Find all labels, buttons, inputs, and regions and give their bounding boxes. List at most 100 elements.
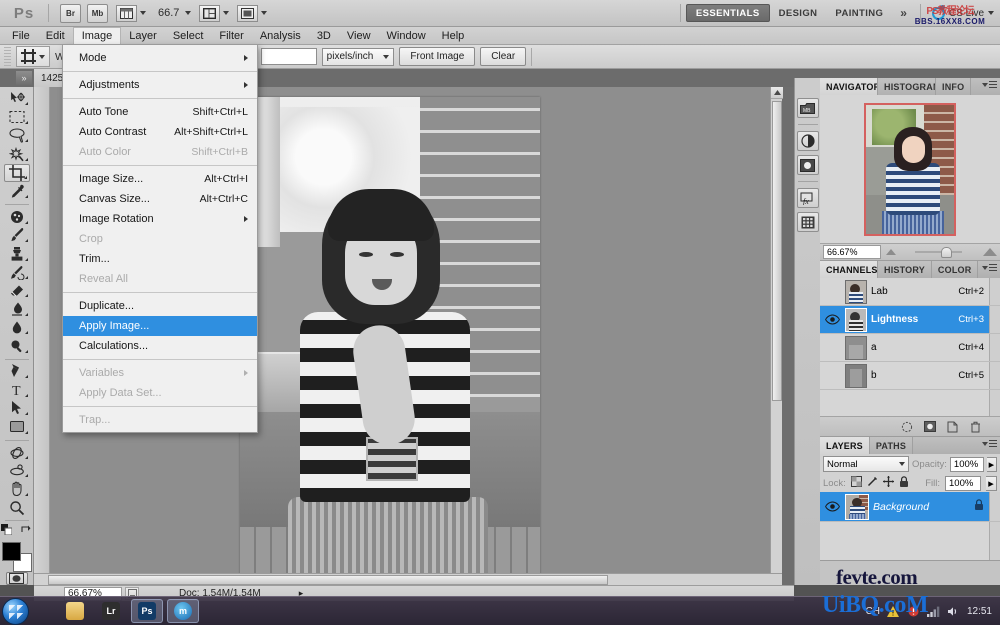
channels-scrollbar[interactable] bbox=[989, 334, 1000, 361]
swatches-icon[interactable] bbox=[797, 212, 819, 232]
menu-window[interactable]: Window bbox=[379, 27, 434, 44]
blend-mode-select[interactable]: Normal bbox=[823, 456, 909, 472]
menu-item-mode[interactable]: Mode bbox=[63, 48, 257, 68]
masks-icon[interactable] bbox=[797, 155, 819, 175]
zoom-out-icon[interactable] bbox=[886, 249, 896, 255]
tab-info[interactable]: INFO bbox=[936, 78, 971, 95]
pen-tool[interactable] bbox=[4, 363, 30, 380]
crop-tool[interactable] bbox=[4, 164, 30, 182]
lock-image-pixels-icon[interactable] bbox=[867, 476, 878, 490]
taskbar-item-photoshop[interactable]: Ps bbox=[131, 599, 163, 623]
menu-view[interactable]: View bbox=[339, 27, 379, 44]
channels-panel-menu-icon[interactable] bbox=[982, 264, 997, 271]
tab-layers[interactable]: LAYERS bbox=[820, 437, 870, 454]
channels-scrollbar[interactable] bbox=[989, 278, 1000, 305]
tray-volume-icon[interactable] bbox=[947, 605, 960, 618]
menu-file[interactable]: File bbox=[4, 27, 38, 44]
channel-row-a[interactable]: a Ctrl+4 bbox=[820, 334, 1000, 362]
channel-row-lightness[interactable]: Lightness Ctrl+3 bbox=[820, 306, 1000, 334]
menu-item-canvas-size[interactable]: Canvas Size... Alt+Ctrl+C bbox=[63, 189, 257, 209]
channel-visibility-icon[interactable] bbox=[823, 367, 841, 385]
layers-panel-menu-icon[interactable] bbox=[982, 440, 997, 447]
scroll-up-icon[interactable] bbox=[771, 87, 783, 99]
channel-row-lab[interactable]: Lab Ctrl+2 bbox=[820, 278, 1000, 306]
channels-scrollbar[interactable] bbox=[989, 390, 1000, 416]
arrange-documents-dropdown[interactable] bbox=[199, 5, 229, 22]
workspace-tab-design[interactable]: DESIGN bbox=[770, 4, 827, 22]
clear-button[interactable]: Clear bbox=[480, 47, 526, 66]
opacity-value[interactable]: 100% bbox=[950, 457, 984, 472]
adjustments-icon[interactable] bbox=[797, 131, 819, 151]
lock-transparent-pixels-icon[interactable] bbox=[851, 476, 862, 490]
dodge-tool[interactable] bbox=[4, 337, 30, 354]
menu-edit[interactable]: Edit bbox=[38, 27, 73, 44]
layers-scrollbar[interactable] bbox=[989, 492, 1000, 521]
canvas-vertical-scrollbar[interactable] bbox=[770, 87, 782, 573]
menu-item-trim[interactable]: Trim... bbox=[63, 249, 257, 269]
history-brush-tool[interactable] bbox=[4, 264, 30, 281]
create-new-channel-icon[interactable] bbox=[946, 420, 959, 433]
document-image[interactable] bbox=[240, 97, 540, 575]
eraser-tool[interactable] bbox=[4, 282, 30, 299]
tab-navigator[interactable]: NAVIGATOR bbox=[820, 78, 878, 95]
styles-icon[interactable]: fx bbox=[797, 188, 819, 208]
lock-position-icon[interactable] bbox=[883, 476, 894, 490]
launch-mini-bridge-button[interactable]: Mb bbox=[87, 4, 108, 23]
navigator-preview[interactable] bbox=[820, 95, 1000, 243]
gradient-tool[interactable] bbox=[4, 300, 30, 317]
color-swatches[interactable] bbox=[2, 542, 32, 566]
fill-value[interactable]: 100% bbox=[945, 476, 981, 491]
scroll-thumb[interactable] bbox=[772, 101, 782, 401]
menu-filter[interactable]: Filter bbox=[211, 27, 251, 44]
resolution-input[interactable] bbox=[261, 48, 317, 65]
spot-healing-brush-tool[interactable] bbox=[4, 208, 30, 225]
taskbar-item-maxthon[interactable]: m bbox=[167, 599, 199, 623]
3d-camera-rotate-tool[interactable] bbox=[4, 462, 30, 479]
channels-scrollbar[interactable] bbox=[989, 306, 1000, 333]
channel-visibility-icon[interactable] bbox=[823, 283, 841, 301]
menu-item-duplicate[interactable]: Duplicate... bbox=[63, 296, 257, 316]
channel-row-b[interactable]: b Ctrl+5 bbox=[820, 362, 1000, 390]
layers-scrollbar[interactable] bbox=[989, 522, 1000, 560]
launch-bridge-button[interactable]: Br bbox=[60, 4, 81, 23]
menu-item-image-rotation[interactable]: Image Rotation bbox=[63, 209, 257, 229]
navigator-zoom-field[interactable]: 66.67% bbox=[823, 245, 881, 259]
layer-row-background[interactable]: Background bbox=[820, 492, 1000, 522]
move-tool[interactable] bbox=[4, 90, 30, 107]
navigator-zoom-slider[interactable] bbox=[901, 245, 978, 259]
quick-mask-toggle[interactable] bbox=[6, 572, 28, 585]
eyedropper-tool[interactable] bbox=[4, 183, 30, 200]
slider-knob[interactable] bbox=[941, 247, 952, 258]
menu-item-apply-image[interactable]: Apply Image... bbox=[63, 316, 257, 336]
channel-visibility-icon[interactable] bbox=[823, 311, 841, 329]
tool-preset-picker[interactable] bbox=[16, 46, 50, 67]
horizontal-type-tool[interactable]: T bbox=[4, 381, 30, 398]
zoom-tool[interactable] bbox=[4, 499, 30, 516]
menu-select[interactable]: Select bbox=[165, 27, 212, 44]
save-selection-as-channel-icon[interactable] bbox=[923, 420, 936, 433]
tab-paths[interactable]: PATHS bbox=[870, 437, 913, 454]
mini-bridge-icon[interactable]: MB bbox=[797, 98, 819, 118]
menu-item-adjustments[interactable]: Adjustments bbox=[63, 75, 257, 95]
tab-color[interactable]: COLOR bbox=[932, 261, 979, 278]
quick-selection-tool[interactable] bbox=[4, 145, 30, 162]
tray-network-icon[interactable] bbox=[927, 605, 940, 618]
channels-scrollbar[interactable] bbox=[989, 362, 1000, 389]
workspace-tab-essentials[interactable]: ESSENTIALS bbox=[686, 4, 770, 22]
view-extras-dropdown[interactable] bbox=[116, 5, 146, 22]
workspace-tab-painting[interactable]: PAINTING bbox=[826, 4, 892, 22]
clone-stamp-tool[interactable] bbox=[4, 245, 30, 262]
taskbar-item-lightroom[interactable]: Lr bbox=[95, 599, 127, 623]
zoom-in-icon[interactable] bbox=[983, 248, 997, 256]
menu-item-auto-tone[interactable]: Auto Tone Shift+Ctrl+L bbox=[63, 102, 257, 122]
opacity-stepper-icon[interactable]: ▸ bbox=[987, 457, 997, 472]
rectangle-tool[interactable] bbox=[4, 418, 30, 435]
tab-histogram[interactable]: HISTOGRAM bbox=[878, 78, 936, 95]
layer-visibility-icon[interactable] bbox=[823, 498, 841, 516]
3d-object-rotate-tool[interactable] bbox=[4, 443, 30, 460]
options-bar-grip[interactable] bbox=[4, 47, 11, 67]
scroll-thumb[interactable] bbox=[48, 575, 608, 585]
menu-item-image-size[interactable]: Image Size... Alt+Ctrl+I bbox=[63, 169, 257, 189]
load-channel-as-selection-icon[interactable] bbox=[900, 420, 913, 433]
navigator-panel-menu-icon[interactable] bbox=[982, 81, 997, 88]
